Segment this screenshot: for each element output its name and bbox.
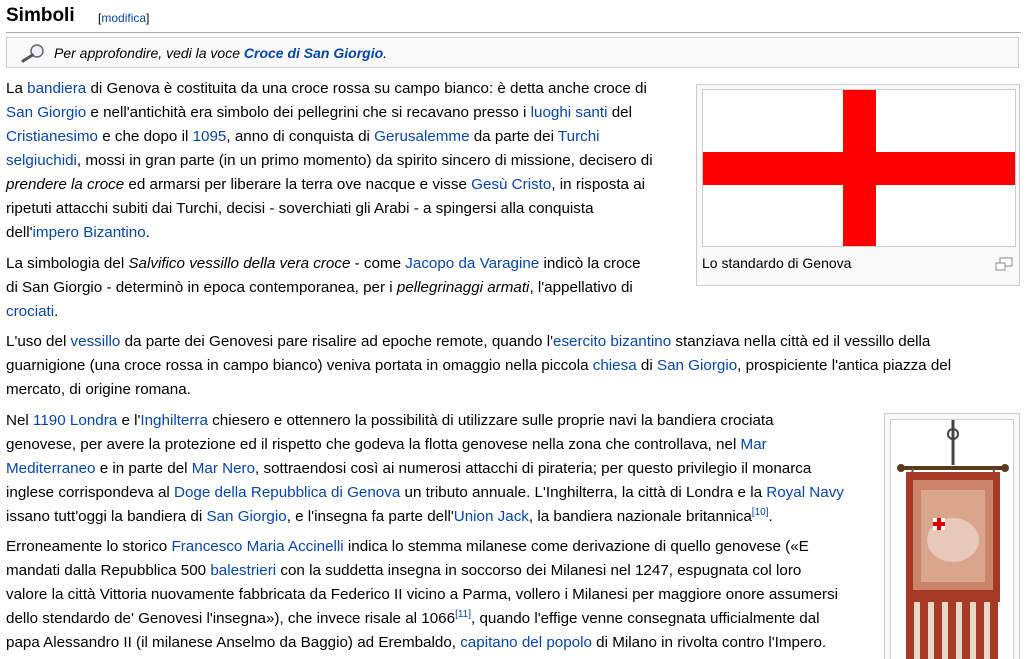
- link-san-giorgio-3[interactable]: San Giorgio: [206, 508, 286, 525]
- link-san-giorgio[interactable]: San Giorgio: [6, 104, 86, 121]
- hatnote-box: Per approfondire, vedi la voce Croce di …: [6, 37, 1019, 68]
- figure-flag: Lo standardo di Genova: [696, 84, 1020, 286]
- link-londra[interactable]: Londra: [70, 412, 117, 429]
- reference-10[interactable]: [10]: [752, 507, 769, 518]
- link-bandiera[interactable]: bandiera: [27, 80, 86, 97]
- link-capitano-del-popolo[interactable]: capitano del popolo: [460, 634, 592, 651]
- link-union-jack[interactable]: Union Jack: [454, 508, 529, 525]
- link-mar-nero[interactable]: Mar Nero: [192, 460, 255, 477]
- reference-11[interactable]: [11]: [455, 609, 471, 620]
- section-heading: Simboli [modifica]: [6, 2, 1021, 33]
- link-doge-genova[interactable]: Doge della Repubblica di Genova: [174, 484, 400, 501]
- link-chiesa[interactable]: chiesa: [593, 357, 637, 374]
- link-mar[interactable]: Mar: [741, 436, 767, 453]
- link-royal-navy[interactable]: Royal Navy: [766, 484, 844, 501]
- figure-banner: [884, 413, 1020, 659]
- section-title: Simboli: [6, 5, 75, 26]
- link-1190[interactable]: 1190: [33, 412, 66, 429]
- link-selgiuchidi[interactable]: selgiuchidi: [6, 152, 77, 169]
- link-jacopo-da-varagine[interactable]: Jacopo da Varagine: [405, 255, 539, 272]
- link-1095[interactable]: 1095: [193, 128, 227, 145]
- link-luoghi-santi[interactable]: luoghi santi: [531, 104, 608, 121]
- magnifier-icon: [21, 44, 44, 63]
- hatnote-link[interactable]: Croce di San Giorgio: [244, 45, 383, 61]
- paragraph-5: Erroneamente lo storico Francesco Maria …: [6, 538, 839, 651]
- paragraph-1: La bandiera di Genova è costituita da un…: [6, 80, 653, 241]
- link-mediterraneo[interactable]: Mediterraneo: [6, 460, 96, 477]
- hatnote-text: Per approfondire, vedi la voce Croce di …: [54, 45, 388, 61]
- enlarge-icon[interactable]: [995, 257, 1013, 271]
- paragraph-4: Nel 1190 Londra e l'Inghilterra chiesero…: [6, 412, 844, 525]
- edit-section-link[interactable]: modifica: [101, 11, 146, 25]
- link-inghilterra[interactable]: Inghilterra: [140, 412, 208, 429]
- link-impero-bizantino[interactable]: impero Bizantino: [33, 224, 146, 241]
- edit-section: [modifica]: [98, 11, 150, 25]
- link-accinelli[interactable]: Francesco Maria Accinelli: [171, 538, 343, 555]
- genoa-banner-image[interactable]: [890, 419, 1014, 659]
- link-cristianesimo[interactable]: Cristianesimo: [6, 128, 98, 145]
- paragraph-2: La simbologia del Salvifico vessillo del…: [6, 255, 641, 320]
- genoa-flag-image[interactable]: [702, 89, 1016, 247]
- figure-caption: Lo standardo di Genova: [702, 255, 852, 271]
- link-balestrieri[interactable]: balestrieri: [210, 562, 276, 579]
- link-san-giorgio-2[interactable]: San Giorgio: [657, 357, 737, 374]
- link-esercito-bizantino[interactable]: esercito bizantino: [553, 333, 671, 350]
- paragraph-3: L'uso del vessillo da parte dei Genovesi…: [6, 333, 952, 398]
- link-crociati[interactable]: crociati: [6, 303, 54, 320]
- link-vessillo[interactable]: vessillo: [71, 333, 121, 350]
- link-gerusalemme[interactable]: Gerusalemme: [374, 128, 469, 145]
- link-gesu-cristo[interactable]: Gesù Cristo: [471, 176, 551, 193]
- link-turchi[interactable]: Turchi: [558, 128, 600, 145]
